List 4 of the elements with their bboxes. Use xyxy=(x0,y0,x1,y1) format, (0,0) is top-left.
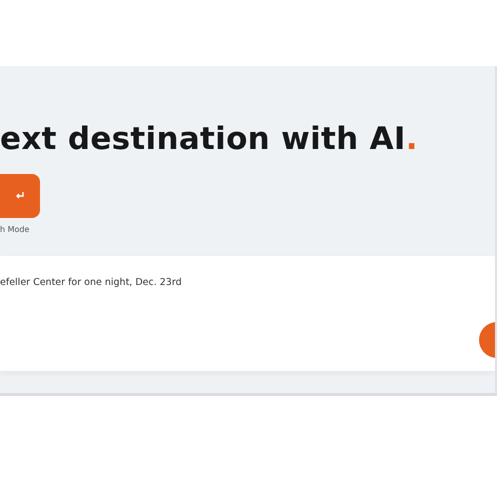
prompt-field[interactable]: efeller Center for one night, Dec. 23rd xyxy=(0,276,300,290)
mode-label: h Mode xyxy=(0,224,30,236)
hero-heading: ext destination with AI. xyxy=(0,121,419,158)
mode-button[interactable] xyxy=(0,174,40,218)
